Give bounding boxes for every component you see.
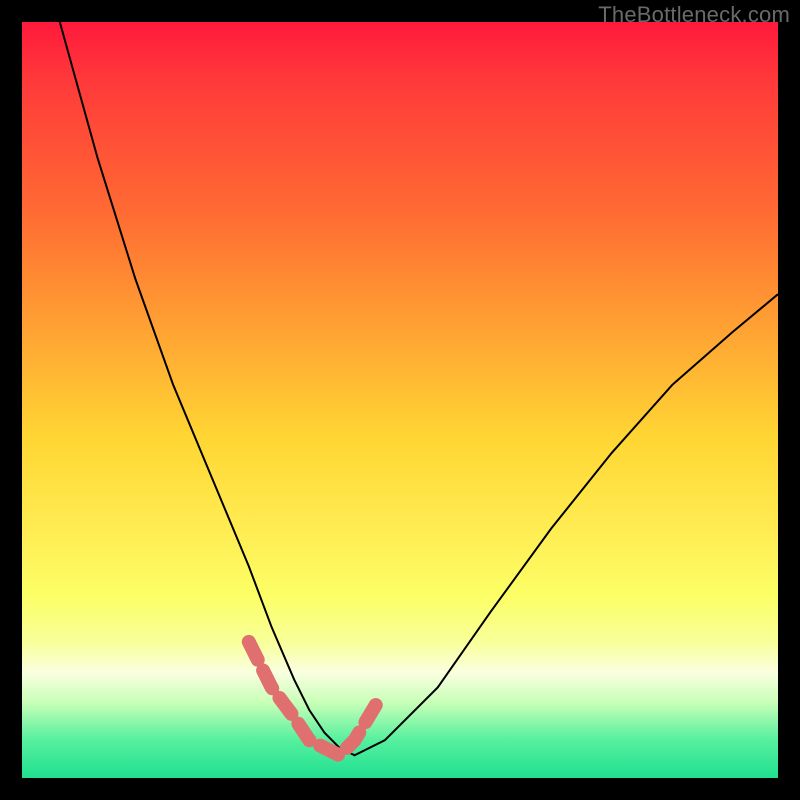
chart-frame: TheBottleneck.com — [0, 0, 800, 800]
main-curve — [60, 22, 778, 755]
chart-plot-area — [22, 22, 778, 778]
highlight-segment — [249, 642, 377, 755]
chart-svg — [22, 22, 778, 778]
watermark-text: TheBottleneck.com — [598, 2, 790, 28]
